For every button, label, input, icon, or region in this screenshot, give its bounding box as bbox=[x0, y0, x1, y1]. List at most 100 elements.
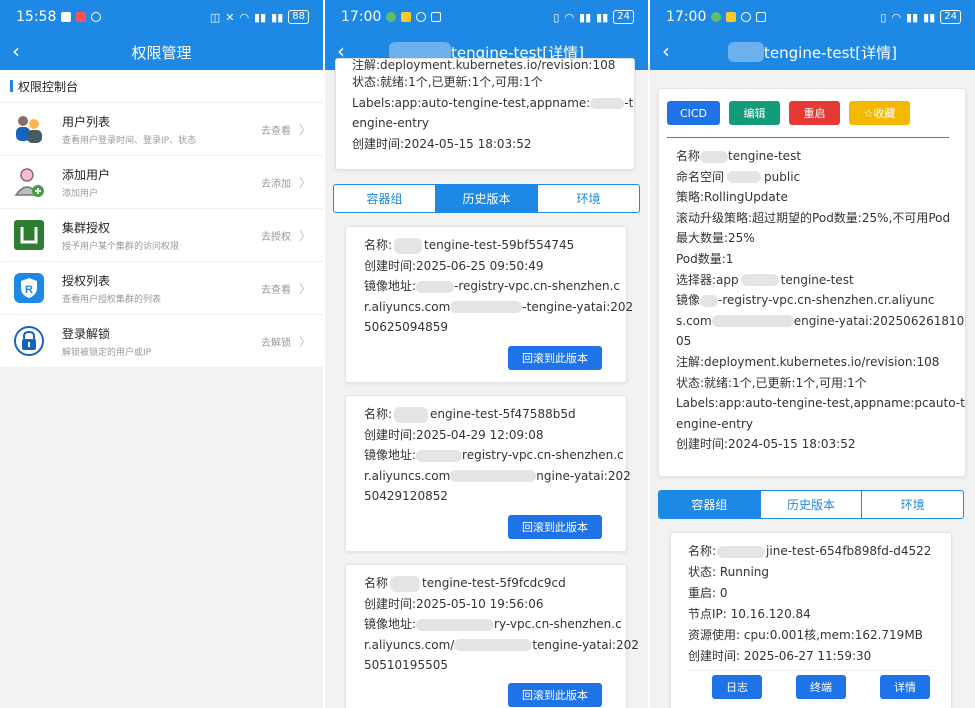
version-created: 创建时间:2025-04-29 12:09:08 bbox=[364, 427, 544, 442]
version-image-2: r.aliyuncs.com/tengine-yatai:202 bbox=[364, 637, 639, 652]
menu-item-cluster-auth[interactable]: 集群授权 授予用户某个集群的访问权限 去授权 〉 bbox=[0, 209, 323, 262]
menu-item-user-list[interactable]: 用户列表 查看用户登录时间、登录IP、状态 去查看 〉 bbox=[0, 103, 323, 156]
nav-bar: ‹ tengine-test[详情] bbox=[650, 34, 975, 70]
status-bar: 17:00 ▯ ◠ ▮▮ ▮▮ 24 bbox=[650, 0, 975, 34]
app-notification-icon bbox=[711, 12, 722, 22]
menu-action[interactable]: 去授权 bbox=[261, 228, 291, 243]
edit-button[interactable]: 编辑 bbox=[729, 101, 780, 125]
vibrate-icon: ▯ bbox=[553, 10, 560, 24]
version-created: 创建时间:2025-06-25 09:50:49 bbox=[364, 258, 544, 273]
dnd-icon bbox=[741, 12, 752, 22]
menu-action[interactable]: 去解锁 bbox=[261, 334, 291, 349]
back-arrow-icon[interactable]: ‹ bbox=[662, 40, 670, 62]
version-name: 名称: tengine-test-59bf554745 bbox=[364, 237, 575, 254]
annotation-line: 注解:deployment.kubernetes.io/revision:108 bbox=[352, 59, 616, 72]
details-button[interactable]: 详情 bbox=[880, 675, 930, 699]
tab-pods[interactable]: 容器组 bbox=[334, 185, 436, 212]
signal-icon: ▮▮ bbox=[254, 10, 267, 24]
detail-selector: 选择器:app tengine-test bbox=[676, 272, 854, 287]
history-card: 名称: engine-test-5f47588b5d 创建时间:2025-04-2… bbox=[345, 395, 631, 552]
wifi-icon: ◠ bbox=[891, 10, 902, 24]
header: 17:00 ▯ ◠ ▮▮ ▮▮ 24 ‹ tengine-test[详情] bbox=[650, 0, 975, 70]
version-image: 镜像地址: -registry-vpc.cn-shenzhen.c bbox=[364, 279, 620, 294]
tab-env[interactable]: 环境 bbox=[862, 491, 963, 518]
section-title-text: 权限控制台 bbox=[18, 79, 79, 94]
restart-button[interactable]: 重启 bbox=[789, 101, 840, 125]
detail-name: 名称 tengine-test bbox=[676, 149, 802, 163]
deployment-detail-card: CICD 编辑 重启 ☆收藏 名称 tengine-test 命名空间 public… bbox=[658, 88, 966, 477]
labels-line: Labels:app:auto-tengine-test,appname: -t bbox=[352, 95, 634, 110]
menu-title: 用户列表 bbox=[62, 114, 111, 129]
logs-button[interactable]: 日志 bbox=[712, 675, 762, 699]
chevron-right-icon: 〉 bbox=[298, 122, 311, 137]
detail-image-2: s.com engine-yatai:202506261810 bbox=[676, 313, 965, 328]
dnd-icon bbox=[91, 12, 102, 22]
menu-action[interactable]: 去查看 bbox=[261, 122, 291, 137]
menu-action[interactable]: 去添加 bbox=[261, 175, 291, 190]
app-notification-icon-2 bbox=[726, 12, 737, 22]
rollback-button[interactable]: 回滚到此版本 bbox=[508, 683, 602, 707]
version-name: 名称 tengine-test-5f9fcdc9cd bbox=[364, 575, 566, 592]
history-card: 名称 tengine-test-5f9fcdc9cd 创建时间:2025-05-1… bbox=[345, 564, 639, 708]
detail-annotation: 注解:deployment.kubernetes.io/revision:108 bbox=[676, 354, 940, 369]
status-time: 17:00 bbox=[341, 9, 382, 25]
menu-title: 集群授权 bbox=[62, 220, 111, 235]
menu-item-auth-list[interactable]: R 授权列表 查看用户授权集群的列表 去查看 〉 bbox=[0, 262, 323, 315]
menu-item-add-user[interactable]: 添加用户 添加用户 去添加 〉 bbox=[0, 156, 323, 209]
version-image: 镜像地址: ry-vpc.cn-shenzhen.c bbox=[364, 617, 622, 632]
tab-env[interactable]: 环境 bbox=[538, 185, 639, 212]
app-notification-icon-2 bbox=[401, 12, 412, 22]
signal-icon-2: ▮▮ bbox=[271, 10, 284, 24]
notification-icon bbox=[61, 12, 72, 22]
menu-subtitle: 授予用户某个集群的访问权限 bbox=[62, 241, 180, 252]
cluster-auth-icon bbox=[12, 218, 46, 252]
battery-icon: 24 bbox=[613, 10, 634, 24]
detail-pods: Pod数量:1 bbox=[676, 251, 734, 266]
menu-item-login-unlock[interactable]: 登录解锁 解锁被锁定的用户或IP 去解锁 〉 bbox=[0, 315, 323, 368]
pod-node-ip: 节点IP: 10.16.120.84 bbox=[688, 607, 811, 621]
menu-subtitle: 添加用户 bbox=[62, 188, 99, 199]
status-time: 17:00 bbox=[666, 9, 707, 25]
nav-bar: ‹ 权限管理 bbox=[0, 34, 323, 70]
terminal-button[interactable]: 终端 bbox=[796, 675, 846, 699]
nfc-icon bbox=[756, 12, 767, 22]
back-arrow-icon[interactable]: ‹ bbox=[12, 40, 20, 62]
detail-tabs: 容器组 历史版本 环境 bbox=[333, 184, 640, 213]
pod-name: 名称: jine-test-654fb898fd-d4522 bbox=[688, 544, 932, 558]
detail-namespace: 命名空间 public bbox=[676, 169, 801, 184]
version-image-2: r.aliyuncs.com ngine-yatai:202 bbox=[364, 468, 631, 483]
menu-action[interactable]: 去查看 bbox=[261, 281, 291, 296]
cicd-button[interactable]: CICD bbox=[667, 101, 720, 125]
version-image-3: 50429120852 bbox=[364, 489, 448, 504]
vibrate-icon: ▯ bbox=[880, 10, 887, 24]
menu-subtitle: 查看用户授权集群的列表 bbox=[62, 294, 162, 305]
favorite-button[interactable]: ☆收藏 bbox=[849, 101, 910, 125]
rollback-button[interactable]: 回滚到此版本 bbox=[508, 515, 602, 539]
users-icon bbox=[12, 112, 46, 146]
tab-history[interactable]: 历史版本 bbox=[761, 491, 863, 518]
wifi-icon: ◠ bbox=[564, 10, 575, 24]
menu-title: 登录解锁 bbox=[62, 326, 111, 341]
chevron-right-icon: 〉 bbox=[298, 334, 311, 349]
rollback-button[interactable]: 回滚到此版本 bbox=[508, 346, 602, 370]
app-notification-icon bbox=[76, 12, 87, 22]
version-image: 镜像地址: registry-vpc.cn-shenzhen.c bbox=[364, 448, 624, 463]
detail-image-3: 05 bbox=[676, 334, 692, 349]
status-bar: 15:58 ◫ ✕ ◠ ▮▮ ▮▮ 88 bbox=[0, 0, 323, 34]
nfc-icon: ◫ bbox=[209, 10, 221, 24]
tab-history[interactable]: 历史版本 bbox=[436, 185, 538, 212]
action-bar: CICD 编辑 重启 ☆收藏 bbox=[667, 101, 949, 138]
detail-rolling: 滚动升级策略:超过期望的Pod数量:25%,不可用Pod bbox=[676, 210, 951, 225]
battery-icon: 88 bbox=[288, 10, 309, 24]
tab-pods[interactable]: 容器组 bbox=[659, 491, 761, 518]
nfc-icon bbox=[431, 12, 442, 22]
deployment-info-card: 注解:deployment.kubernetes.io/revision:108… bbox=[335, 58, 635, 170]
panel-deployment-detail: 17:00 ▯ ◠ ▮▮ ▮▮ 24 ‹ tengine-test[详情] CI… bbox=[650, 0, 975, 708]
header: 15:58 ◫ ✕ ◠ ▮▮ ▮▮ 88 ‹ 权限管理 bbox=[0, 0, 323, 70]
labels-line-2: engine-entry bbox=[352, 116, 429, 131]
created-line: 创建时间:2024-05-15 18:03:52 bbox=[352, 136, 532, 151]
svg-text:R: R bbox=[25, 284, 33, 296]
pod-created: 创建时间: 2025-06-27 11:59:30 bbox=[688, 646, 934, 671]
version-image-3: 50625094859 bbox=[364, 320, 448, 335]
add-user-icon bbox=[12, 165, 46, 199]
